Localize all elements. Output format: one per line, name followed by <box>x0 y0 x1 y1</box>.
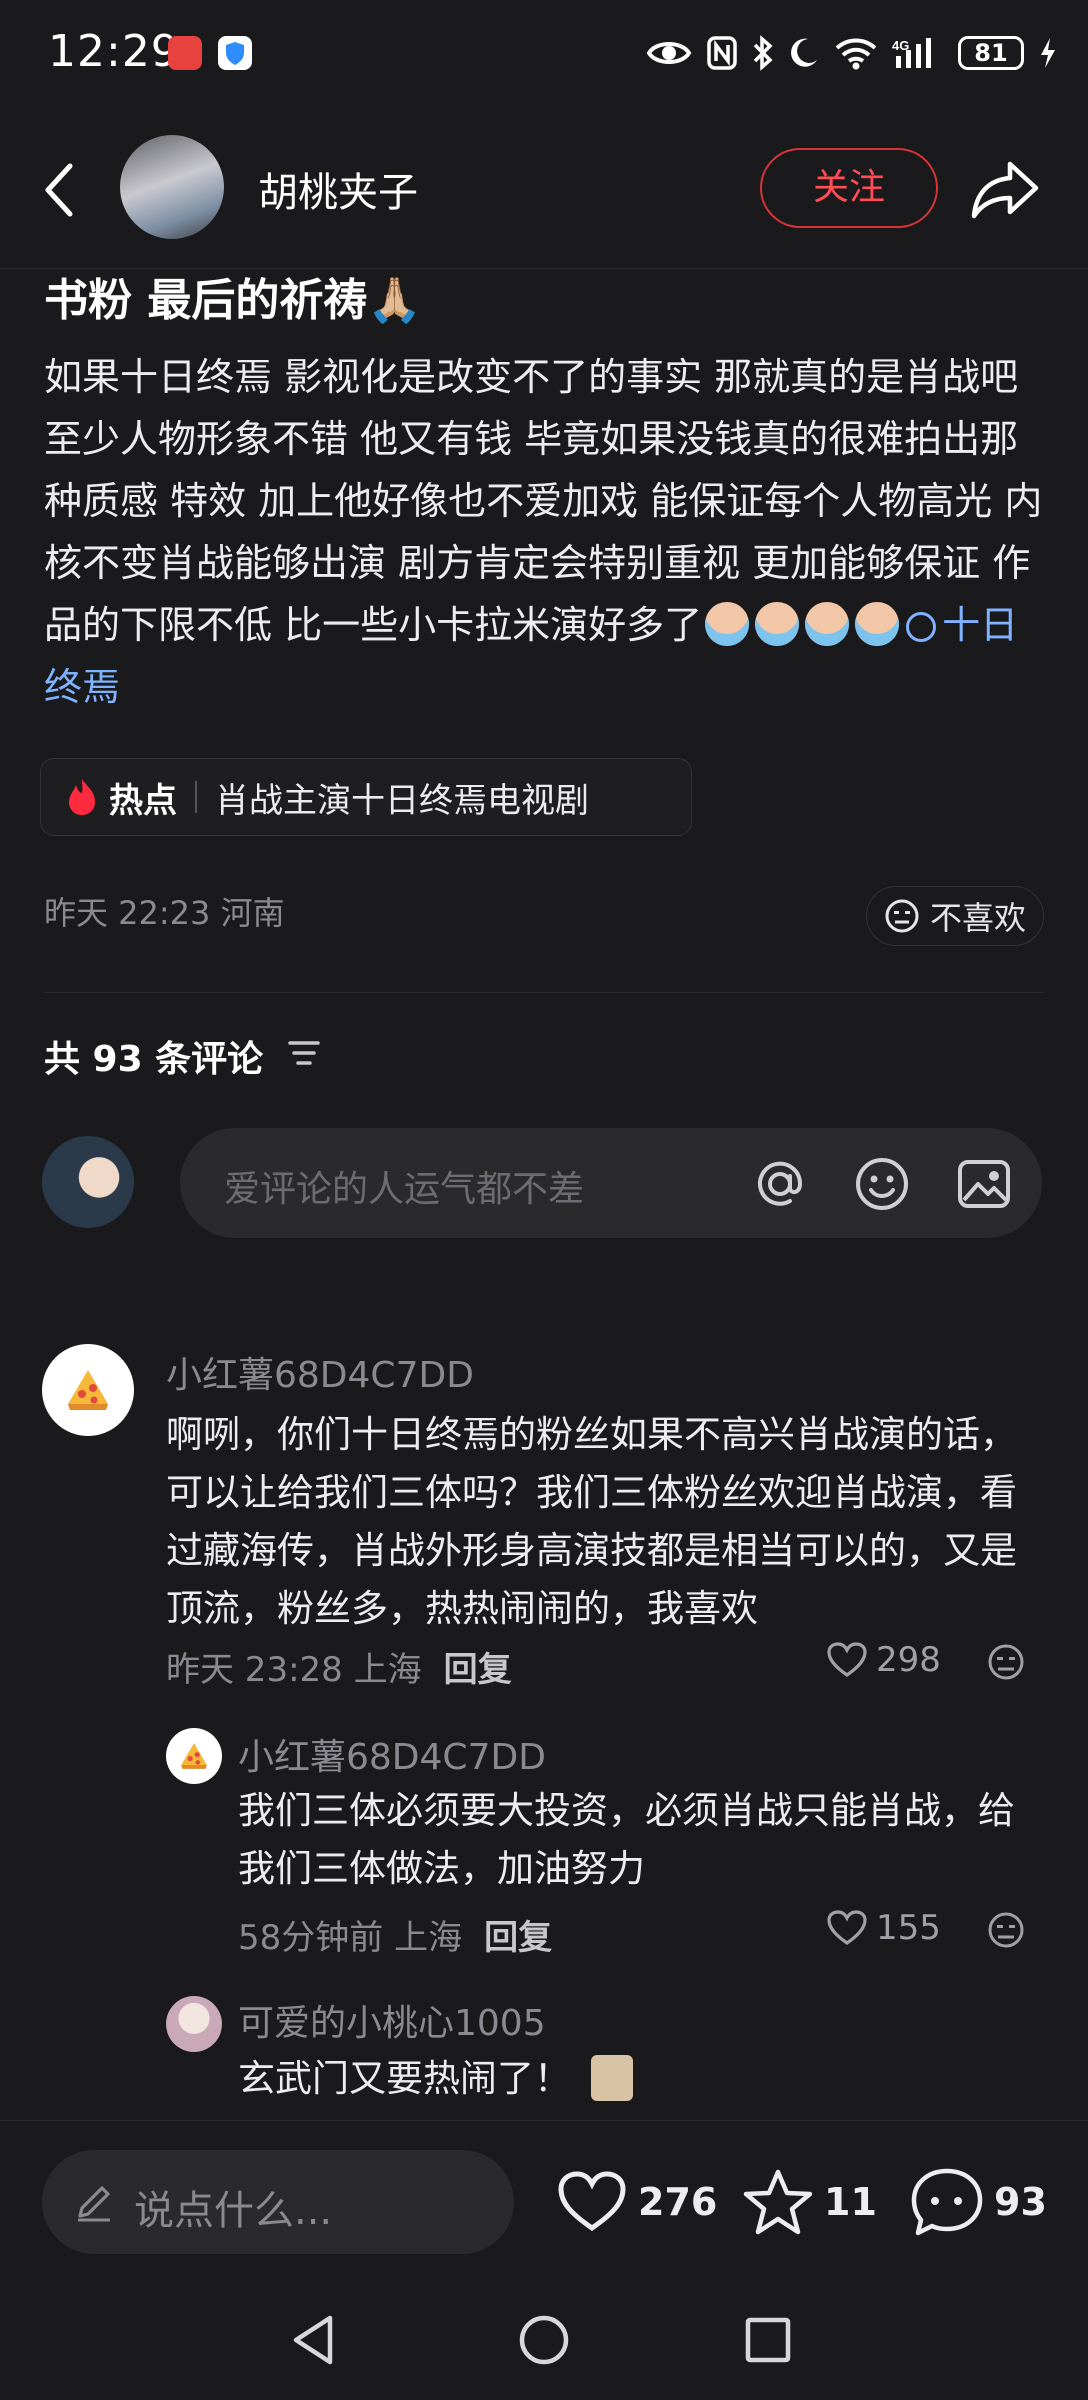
dislike-button[interactable]: 不喜欢 <box>866 886 1044 946</box>
post-meta: 昨天 22:23 河南 <box>44 894 285 932</box>
hashtag-icon <box>906 612 937 642</box>
share-button[interactable] <box>970 154 1042 224</box>
sticker-icon <box>590 2055 633 2101</box>
bluetooth-icon <box>753 35 773 71</box>
charging-icon <box>1041 38 1055 68</box>
signal-icon: 4G <box>892 38 931 68</box>
bottom-divider <box>0 2120 1088 2121</box>
post-title: 书粉 最后的祈祷🙏🏼 <box>44 275 423 326</box>
like-count: 155 <box>876 1908 941 1948</box>
like-total: 276 <box>638 2180 718 2224</box>
status-icons: 4G 81 <box>646 28 1058 78</box>
comment-text: 啊咧，你们十日终焉的粉丝如果不高兴肖战演的话，可以让给我们三体吗？我们三体粉丝欢… <box>166 1413 1017 1630</box>
emoji-icon[interactable] <box>852 1154 912 1214</box>
section-divider <box>44 992 1044 993</box>
hot-label: 热点 <box>109 780 177 821</box>
nav-recents-icon[interactable] <box>742 2312 794 2368</box>
like-action[interactable]: 276 <box>556 2166 717 2238</box>
comment-count: 共 93 条评论 <box>44 1039 264 1080</box>
say-something-placeholder: 说点什么... <box>134 2188 333 2234</box>
nav-back-icon[interactable] <box>288 2312 340 2368</box>
image-icon[interactable] <box>954 1154 1014 1214</box>
comment-row: 玄武门又要热闹了！ <box>238 2050 938 2108</box>
comment-meta: 58分钟前 上海 回复 <box>238 1910 552 1959</box>
nav-home-icon[interactable] <box>516 2312 572 2368</box>
shield-app-icon <box>218 36 252 70</box>
author-name[interactable]: 胡桃夹子 <box>258 160 418 218</box>
hot-separator <box>195 781 197 813</box>
post-text: 如果十日终焉 影视化是改变不了的事实 那就真的是肖战吧 至少人物形象不错 他又有… <box>44 355 1043 647</box>
crying-emoji-icon <box>805 602 850 646</box>
comment-like-button[interactable]: 155 <box>826 1908 941 1948</box>
my-avatar[interactable] <box>42 1136 134 1228</box>
nfc-icon <box>707 36 737 70</box>
pencil-icon <box>78 2186 110 2222</box>
say-something-input[interactable]: 说点什么... <box>42 2150 514 2254</box>
system-nav-bar <box>0 2290 1088 2400</box>
chat-bubble-icon <box>911 2168 983 2236</box>
comment-dislike-icon[interactable] <box>986 1642 1026 1682</box>
comment-input[interactable]: 爱评论的人运气都不差 <box>180 1128 1042 1238</box>
fire-icon <box>69 779 95 815</box>
commenter-avatar[interactable] <box>166 1996 222 2052</box>
commenter-avatar[interactable] <box>166 1728 222 1784</box>
status-time: 12:29 <box>48 26 180 77</box>
header-divider <box>0 268 1088 269</box>
heart-icon <box>558 2171 626 2232</box>
heart-icon <box>827 1910 867 1945</box>
comment-time: 昨天 23:28 上海 <box>166 1650 422 1690</box>
comment-dislike-icon[interactable] <box>986 1910 1026 1950</box>
heart-icon <box>827 1642 867 1677</box>
author-avatar[interactable] <box>120 135 224 239</box>
reply-button[interactable]: 回复 <box>484 1918 552 1958</box>
pizza-icon <box>181 1743 207 1769</box>
comment-action[interactable]: 93 <box>910 2166 1047 2238</box>
hot-topic-text: 肖战主演十日终焉电视剧 <box>215 780 589 821</box>
collect-total: 11 <box>824 2180 877 2224</box>
comment-input-placeholder: 爱评论的人运气都不差 <box>224 1169 585 1210</box>
commenter-name[interactable]: 可爱的小桃心1005 <box>238 1994 546 2046</box>
comment-text: 我们三体必须要大投资，必须肖战只能肖战，给我们三体做法，加油努力 <box>238 1789 1015 1890</box>
collect-action[interactable]: 11 <box>742 2166 877 2238</box>
commenter-name[interactable]: 小红薯68D4C7DD <box>238 1728 546 1780</box>
eye-icon <box>646 42 692 64</box>
reply-button[interactable]: 回复 <box>444 1650 512 1690</box>
comment-time: 58分钟前 上海 <box>238 1918 463 1958</box>
crying-emoji-icon <box>855 602 900 646</box>
status-bar: 12:29 4G 81 <box>0 0 1088 110</box>
commenter-avatar[interactable] <box>42 1344 134 1436</box>
crying-emoji-icon <box>705 602 750 646</box>
star-icon <box>743 2169 813 2235</box>
notification-app-icon <box>168 36 202 70</box>
neutral-face-icon <box>885 899 919 933</box>
dislike-label: 不喜欢 <box>929 899 1026 937</box>
comment-meta: 昨天 23:28 上海 回复 <box>166 1642 512 1691</box>
hot-topic-chip[interactable]: 热点 肖战主演十日终焉电视剧 <box>40 758 692 836</box>
moon-icon <box>791 38 817 67</box>
follow-button[interactable]: 关注 <box>760 148 938 228</box>
battery-indicator: 81 <box>958 36 1024 70</box>
like-count: 298 <box>876 1640 941 1680</box>
sort-icon[interactable] <box>286 1038 322 1068</box>
comment-like-button[interactable]: 298 <box>826 1640 941 1680</box>
commenter-name[interactable]: 小红薯68D4C7DD <box>166 1346 474 1398</box>
post-body: 如果十日终焉 影视化是改变不了的事实 那就真的是肖战吧 至少人物形象不错 他又有… <box>44 346 1054 718</box>
pizza-icon <box>68 1370 108 1410</box>
crying-emoji-icon <box>755 602 800 646</box>
mention-icon[interactable] <box>750 1154 810 1214</box>
comment-total: 93 <box>994 2180 1047 2224</box>
comment-text: 玄武门又要热闹了！ <box>238 2057 571 2100</box>
back-button[interactable] <box>38 160 82 220</box>
wifi-icon <box>835 38 877 70</box>
